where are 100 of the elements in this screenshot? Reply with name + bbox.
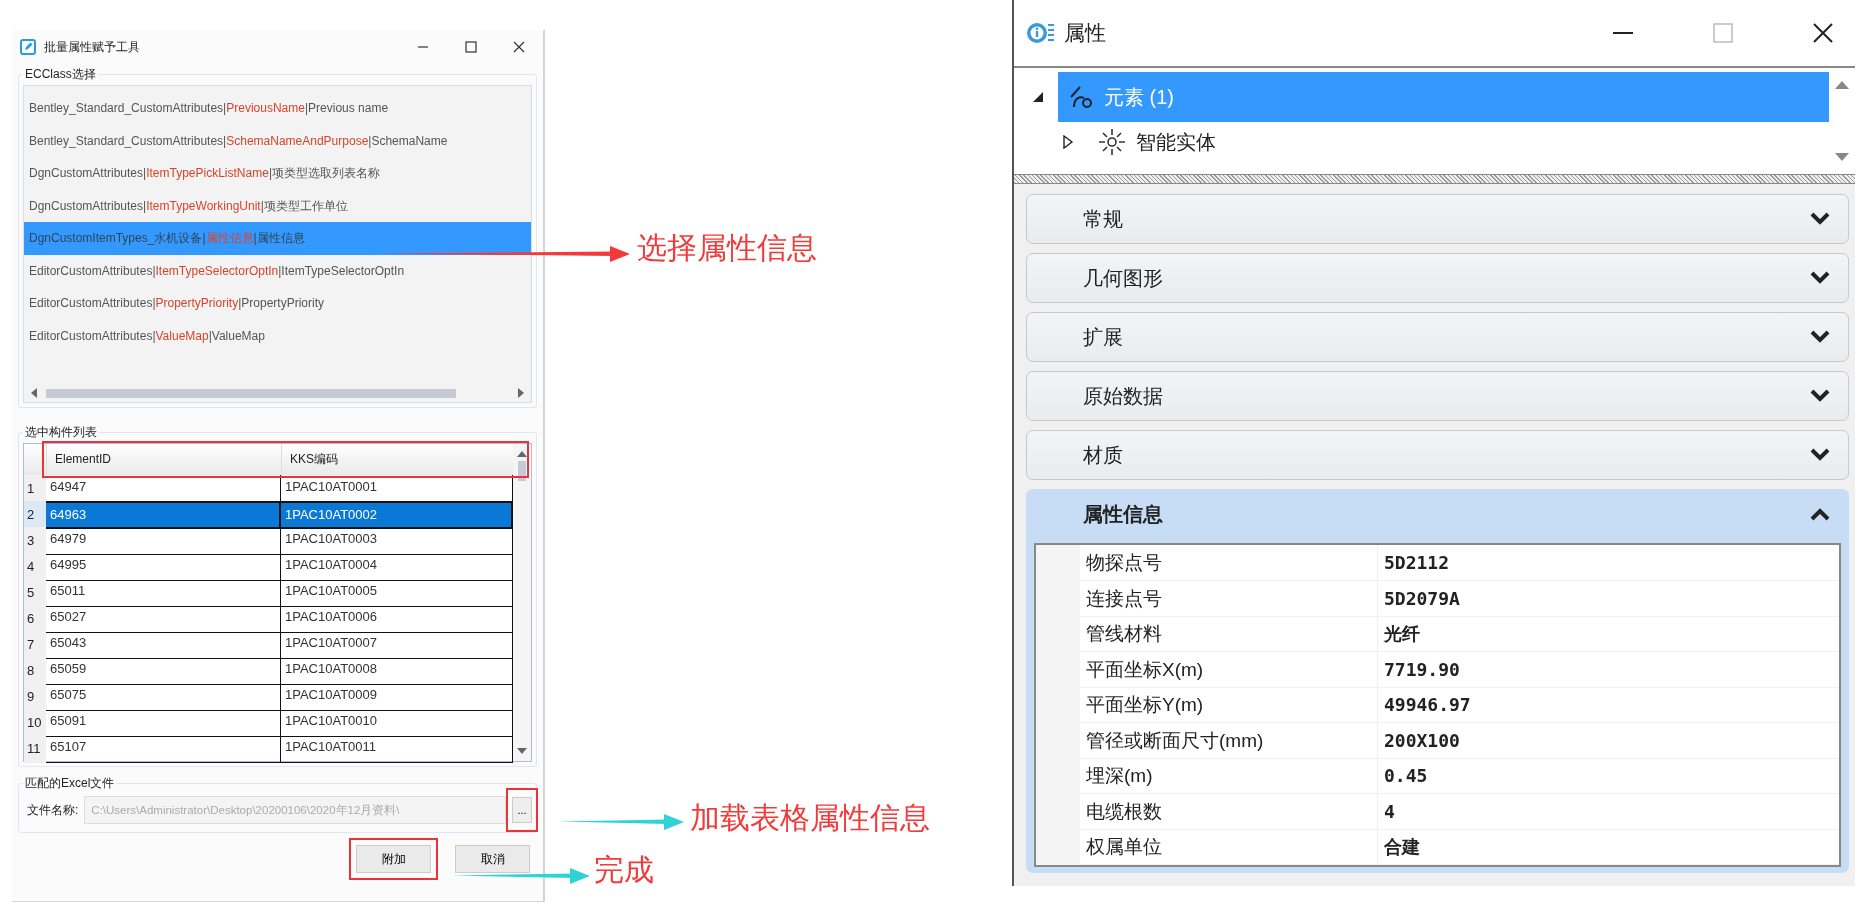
splitter[interactable] (1014, 174, 1855, 184)
row-number: 2 (24, 501, 46, 529)
table-cell: 64963 (46, 501, 281, 529)
row-number: 8 (24, 657, 46, 685)
group-label: 匹配的Excel文件 (24, 775, 116, 792)
scroll-thumb[interactable] (518, 461, 526, 481)
list-item[interactable]: Bentley_Standard_CustomAttributes|PreviousName|Previous name (24, 92, 531, 125)
list-item[interactable]: DgnCustomAttributes|ItemTypePickListName|项类型选取列表名称 (24, 157, 531, 190)
property-name: 平面坐标X(m) (1080, 651, 1377, 688)
property-value: 光纤 (1377, 616, 1839, 652)
table-cell: 65091 (46, 709, 281, 737)
tree-item[interactable]: 智能实体 (1088, 122, 1829, 162)
property-name: 埋深(m) (1080, 758, 1377, 794)
property-value: 200X100 (1377, 722, 1839, 759)
info-icon (1026, 21, 1056, 45)
property-value: 5D2079A (1377, 580, 1839, 617)
table-cell: 1PAC10AT0004 (281, 553, 513, 581)
collapse-icon[interactable] (1032, 91, 1044, 103)
column-header[interactable]: ElementID (46, 444, 281, 475)
section-header[interactable]: 材质 (1026, 430, 1849, 480)
group-label: ECClass选择 (24, 66, 97, 83)
scroll-down-icon[interactable] (1835, 153, 1849, 162)
list-item[interactable]: EditorCustomAttributes|ItemTypeSelectorOptIn|ItemTypeSelectorOptIn (24, 254, 531, 287)
table-cell: 64995 (46, 553, 281, 581)
section-header[interactable]: 属性信息 (1026, 489, 1849, 539)
scroll-up-icon[interactable] (1835, 80, 1849, 89)
property-name: 连接点号 (1080, 580, 1377, 617)
table-cell: 65075 (46, 683, 281, 711)
property-value: 7719.90 (1377, 651, 1839, 688)
group-label: 选中构件列表 (24, 424, 98, 441)
section-header[interactable]: 常规 (1026, 194, 1849, 244)
table-cell: 1PAC10AT0006 (281, 605, 513, 633)
cancel-button[interactable]: 取消 (455, 845, 530, 873)
expand-icon[interactable] (1062, 135, 1074, 149)
scroll-thumb[interactable] (46, 388, 456, 398)
table-cell: 1PAC10AT0007 (281, 631, 513, 659)
property-name: 平面坐标Y(m) (1080, 687, 1377, 723)
table-cell: 1PAC10AT0011 (281, 735, 513, 763)
row-number: 6 (24, 605, 46, 633)
table-cell: 65027 (46, 605, 281, 633)
table-cell: 65059 (46, 657, 281, 685)
chevron-down-icon (1810, 448, 1830, 462)
property-value: 49946.97 (1377, 687, 1839, 723)
chevron-down-icon (1810, 271, 1830, 285)
table-cell: 64979 (46, 527, 281, 555)
annotation-text: 完成 (594, 852, 654, 888)
table-cell: 65043 (46, 631, 281, 659)
list-item[interactable]: Bentley_Standard_CustomAttributes|SchemaNameAndPurpose|SchemaName (24, 124, 531, 157)
sun-icon (1098, 128, 1126, 156)
vertical-scrollbar[interactable] (513, 444, 531, 761)
chevron-down-icon (1810, 330, 1830, 344)
scroll-up-icon[interactable] (517, 450, 527, 457)
table-cell: 1PAC10AT0005 (281, 579, 513, 607)
annotation-text: 加载表格属性信息 (690, 800, 930, 836)
table-cell: 65011 (46, 579, 281, 607)
chevron-up-icon (1810, 507, 1830, 521)
table-cell: 1PAC10AT0003 (281, 527, 513, 555)
table-cell: 1PAC10AT0010 (281, 709, 513, 737)
row-number: 9 (24, 683, 46, 711)
property-value: 合建 (1377, 829, 1839, 865)
scroll-down-icon[interactable] (517, 748, 527, 755)
row-number: 5 (24, 579, 46, 607)
curve-icon (1068, 84, 1094, 110)
row-number: 1 (24, 475, 46, 503)
row-number: 11 (24, 735, 46, 763)
property-name: 电缆根数 (1080, 793, 1377, 830)
row-number: 3 (24, 527, 46, 555)
row-number: 4 (24, 553, 46, 581)
list-item[interactable]: DgnCustomItemTypes_水机设备|属性信息|属性信息 (24, 222, 531, 255)
chevron-down-icon (1810, 212, 1830, 226)
property-value: 4 (1377, 793, 1839, 830)
table-cell: 65107 (46, 735, 281, 763)
property-name: 管径或断面尺寸(mm) (1080, 722, 1377, 759)
property-name: 管线材料 (1080, 616, 1377, 652)
section-header[interactable]: 原始数据 (1026, 371, 1849, 421)
edit-icon (20, 39, 36, 55)
property-name: 物探点号 (1080, 545, 1377, 581)
list-item[interactable]: EditorCustomAttributes|ValueMap|ValueMap (24, 319, 531, 352)
table-cell: 1PAC10AT0002 (281, 501, 513, 529)
attach-button[interactable]: 附加 (356, 845, 431, 873)
section-header[interactable]: 扩展 (1026, 312, 1849, 362)
field-label: 文件名称: (27, 801, 79, 819)
property-name: 权属单位 (1080, 829, 1377, 865)
annotation-text: 选择属性信息 (637, 230, 817, 266)
scroll-left-icon[interactable] (30, 388, 38, 398)
section-header[interactable]: 几何图形 (1026, 253, 1849, 303)
scroll-right-icon[interactable] (517, 388, 525, 398)
table-cell: 1PAC10AT0009 (281, 683, 513, 711)
row-number: 10 (24, 709, 46, 737)
close-icon[interactable] (1813, 23, 1833, 43)
table-cell: 1PAC10AT0008 (281, 657, 513, 685)
property-value: 5D2112 (1377, 545, 1839, 581)
maximize-icon[interactable] (465, 41, 477, 53)
list-item[interactable]: DgnCustomAttributes|ItemTypeWorkingUnit|项类型工作单位 (24, 189, 531, 222)
list-item[interactable]: EditorCustomAttributes|PropertyPriority|PropertyPriority (24, 287, 531, 320)
chevron-down-icon (1810, 389, 1830, 403)
panel-title: 属性 (1064, 20, 1106, 46)
property-value: 0.45 (1377, 758, 1839, 794)
row-number: 7 (24, 631, 46, 659)
close-icon[interactable] (513, 41, 525, 53)
